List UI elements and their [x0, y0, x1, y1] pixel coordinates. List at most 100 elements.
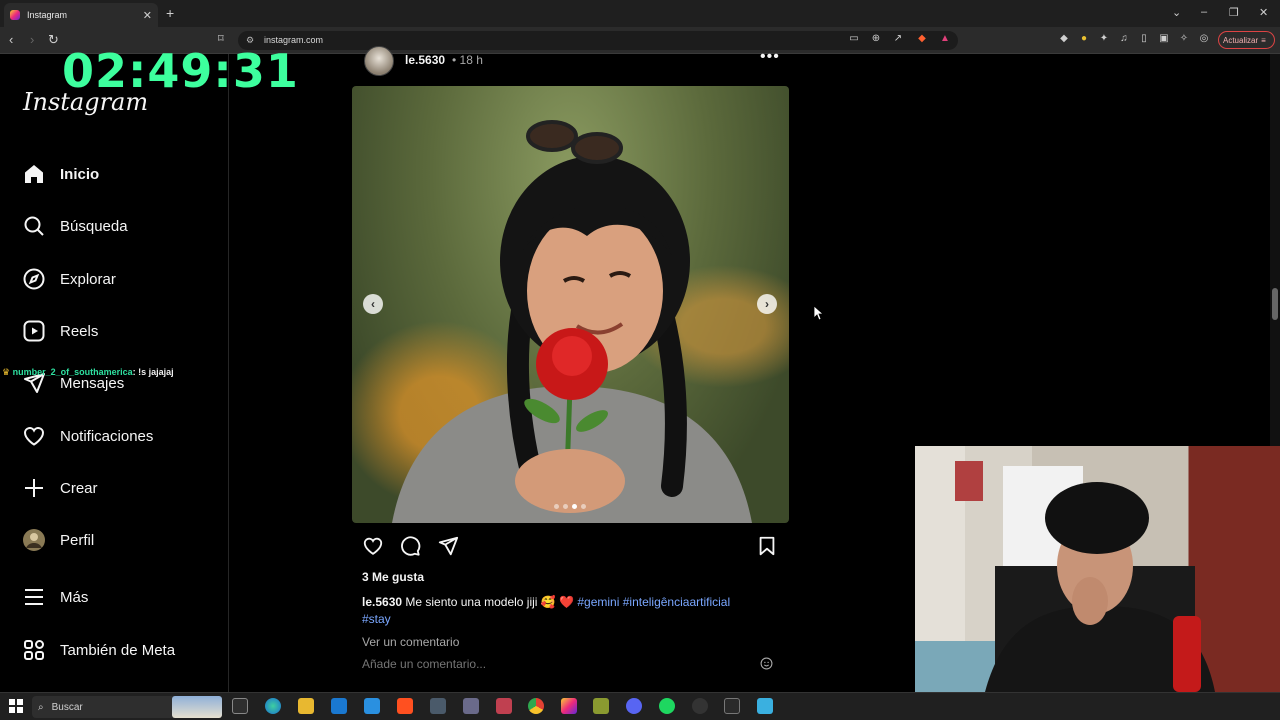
app-icon[interactable] — [430, 698, 446, 714]
tab-title: Instagram — [27, 10, 68, 20]
brave-icon[interactable] — [397, 698, 413, 714]
instagram-favicon-icon — [10, 10, 20, 20]
discord-icon[interactable] — [626, 698, 642, 714]
app-icon[interactable] — [593, 698, 609, 714]
post-author-avatar[interactable] — [364, 46, 394, 76]
save-bookmark-icon[interactable] — [756, 535, 778, 557]
carousel-prev-button[interactable]: ‹ — [363, 294, 383, 314]
sidebar-item-crear[interactable]: Crear — [22, 473, 98, 503]
extension-2-icon[interactable]: ● — [1078, 33, 1090, 45]
sidebar-item-label: Explorar — [60, 270, 116, 288]
avatar-icon — [23, 529, 45, 551]
sidebar-item-label: Perfil — [60, 531, 95, 549]
sidebar-item-notificaciones[interactable]: Notificaciones — [22, 421, 153, 451]
update-button[interactable]: Actualizar ≡ — [1218, 31, 1275, 49]
heart-icon — [23, 427, 45, 446]
chat-text: : !s jajajaj — [132, 367, 174, 377]
sidebar-item-tambien-de-meta[interactable]: También de Meta — [22, 635, 175, 665]
sidebar-item-label: Notificaciones — [60, 427, 154, 445]
close-window-icon[interactable]: ✕ — [1259, 6, 1268, 19]
spotify-icon[interactable] — [659, 698, 675, 714]
sidebar-item-label: Más — [60, 588, 89, 606]
app-icon[interactable] — [692, 698, 708, 714]
share-icon[interactable]: ↗ — [892, 33, 904, 45]
sidebar-item-label: Crear — [60, 479, 98, 497]
file-explorer-icon[interactable] — [298, 698, 314, 714]
compass-icon — [23, 268, 45, 290]
chat-username: number_2_of_southamerica — [12, 367, 133, 377]
leo-ai-icon[interactable]: ✧ — [1178, 33, 1190, 45]
new-tab-button[interactable]: + — [166, 5, 174, 21]
sidebar-item-explorar[interactable]: Explorar — [22, 264, 116, 294]
sidebar-item-inicio[interactable]: Inicio — [22, 159, 99, 189]
app-icon[interactable] — [496, 698, 512, 714]
view-comments-link[interactable]: Ver un comentario — [362, 635, 459, 649]
mail-icon[interactable] — [364, 698, 380, 714]
minimize-icon[interactable]: – — [1201, 6, 1207, 18]
sidebar-item-label: También de Meta — [60, 641, 176, 659]
emoji-picker-icon[interactable] — [760, 657, 773, 670]
forward-icon[interactable]: › — [30, 32, 34, 47]
extensions-puzzle-icon[interactable]: ✦ — [1098, 33, 1110, 45]
taskbar-search-label: Buscar — [51, 701, 83, 713]
meta-apps-icon — [24, 640, 44, 660]
app-icon[interactable] — [757, 698, 773, 714]
cast-icon[interactable]: ▭ — [848, 33, 860, 45]
task-view-icon[interactable] — [232, 698, 248, 714]
webcam-scene — [915, 446, 1280, 692]
post-image[interactable] — [352, 86, 789, 523]
sidebar-item-reels[interactable]: Reels — [22, 316, 98, 346]
windows-start-icon[interactable] — [9, 699, 23, 713]
caption-text: Me siento una modelo jiji 🥰 ❤️ — [405, 595, 575, 609]
comment-icon[interactable] — [399, 535, 421, 557]
hashtag-link[interactable]: #gemini — [577, 595, 619, 609]
browser-tab-strip — [0, 0, 1280, 27]
more-options-icon[interactable]: ••• — [760, 48, 780, 66]
tab-close-icon[interactable]: ✕ — [143, 9, 152, 22]
search-icon — [24, 216, 44, 236]
like-heart-icon[interactable] — [362, 535, 384, 557]
zoom-icon[interactable]: ⊕ — [870, 33, 882, 45]
wallet-icon[interactable]: ▣ — [1158, 33, 1170, 45]
search-icon: ⌕ — [38, 701, 44, 713]
like-count[interactable]: 3 Me gusta — [362, 570, 424, 584]
carousel-next-button[interactable]: › — [757, 294, 777, 314]
sidebar-item-busqueda[interactable]: Búsqueda — [22, 211, 128, 241]
hamburger-menu-icon: ≡ — [1261, 35, 1266, 45]
extension-1-icon[interactable]: ◆ — [1058, 33, 1070, 45]
media-icon[interactable]: ♫ — [1118, 33, 1130, 45]
sidebar-toggle-icon[interactable]: ▯ — [1138, 33, 1150, 45]
tab-list-chevron-icon[interactable]: ⌄ — [1172, 6, 1181, 19]
hashtag-link[interactable]: #stay — [362, 612, 391, 626]
restore-icon[interactable]: ❐ — [1229, 6, 1239, 19]
add-comment-input[interactable] — [362, 657, 782, 671]
scrollbar-thumb[interactable] — [1272, 288, 1278, 320]
brave-shield-icon[interactable]: ◆ — [916, 33, 928, 45]
menu-icon — [25, 589, 43, 605]
carousel-dot — [554, 504, 559, 509]
brave-rewards-icon[interactable]: ▲ — [939, 33, 951, 45]
chrome-icon[interactable] — [528, 698, 544, 714]
vpn-icon[interactable]: ◎ — [1198, 33, 1210, 45]
stream-timer: 02:49:31 — [62, 44, 299, 98]
store-icon[interactable] — [331, 698, 347, 714]
epic-games-icon[interactable] — [724, 698, 740, 714]
sidebar-item-perfil[interactable]: Perfil — [22, 525, 94, 555]
back-icon[interactable]: ‹ — [9, 32, 13, 47]
post-username[interactable]: le.5630 — [405, 53, 445, 67]
post-timestamp[interactable]: • 18 h — [452, 53, 483, 67]
update-label: Actualizar — [1223, 35, 1259, 45]
caption-username[interactable]: le.5630 — [362, 595, 402, 609]
sidebar-item-mas[interactable]: Más — [22, 582, 88, 612]
reload-icon[interactable]: ↻ — [48, 32, 59, 48]
hashtag-link[interactable]: #inteligênciaartificial — [623, 595, 730, 609]
edge-icon[interactable] — [265, 698, 281, 714]
carousel-dot — [563, 504, 568, 509]
instagram-app-icon[interactable] — [561, 698, 577, 714]
share-icon[interactable] — [437, 535, 459, 557]
crown-icon: ♛ — [2, 367, 11, 377]
app-icon[interactable] — [463, 698, 479, 714]
browser-tab[interactable]: Instagram ✕ — [4, 3, 158, 27]
plus-icon — [25, 479, 43, 497]
sidebar-item-label: Reels — [60, 322, 99, 340]
